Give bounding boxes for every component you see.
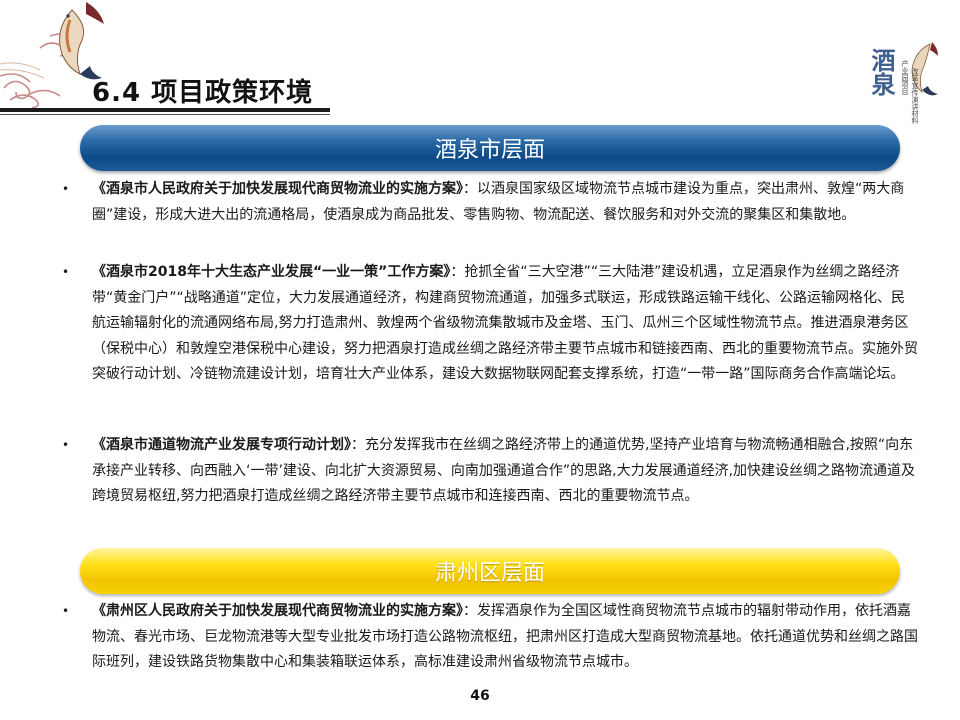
policy-title: 《酒泉市通道物流产业发展专项行动计划》 xyxy=(92,437,351,453)
bullet-icon: • xyxy=(62,265,70,279)
policy-item: 《酒泉市通道物流产业发展专项行动计划》：充分发挥我市在丝绸之路经济带上的通道优势… xyxy=(92,433,918,510)
title-underline-thin xyxy=(0,114,330,115)
policy-title: 《酒泉市2018年十大生态产业发展“一业一策”工作方案》 xyxy=(92,264,451,280)
bullet-icon: • xyxy=(62,438,70,452)
policy-body: ：抢抓全省“三大空港”“三大陆港”建设机遇，立足酒泉作为丝绸之路经济带“黄金门户… xyxy=(92,264,918,383)
jiuquan-logo: 酒泉 产业园项目 改革宣传演讲材料 xyxy=(862,40,942,130)
logo-text: 酒泉 xyxy=(867,48,896,96)
section-banner-city: 酒泉市层面 xyxy=(80,125,900,171)
page-number: 46 xyxy=(470,688,490,704)
policy-title: 《酒泉市人民政府关于加快发展现代商贸物流业的实施方案》 xyxy=(92,181,463,197)
logo-subtext-2: 改革宣传演讲材料 xyxy=(911,68,919,124)
policy-item: 《肃州区人民政府关于加快发展现代商贸物流业的实施方案》：发挥酒泉作为全国区域性商… xyxy=(92,599,918,676)
title-underline xyxy=(0,108,330,112)
policy-title: 《肃州区人民政府关于加快发展现代商贸物流业的实施方案》 xyxy=(92,603,463,619)
bullet-icon: • xyxy=(62,604,70,618)
section-banner-district: 肃州区层面 xyxy=(80,548,900,594)
policy-item: 《酒泉市2018年十大生态产业发展“一业一策”工作方案》：抢抓全省“三大空港”“… xyxy=(92,260,918,388)
bullet-icon: • xyxy=(62,182,70,196)
slide: 6.4 项目政策环境 酒泉 产业园项目 改革宣传演讲材料 酒泉市层面 • 《酒泉… xyxy=(0,0,960,720)
page-title: 6.4 项目政策环境 xyxy=(92,78,314,108)
policy-item: 《酒泉市人民政府关于加快发展现代商贸物流业的实施方案》：以酒泉国家级区域物流节点… xyxy=(92,177,918,228)
logo-subtext-1: 产业园项目 xyxy=(901,60,909,95)
